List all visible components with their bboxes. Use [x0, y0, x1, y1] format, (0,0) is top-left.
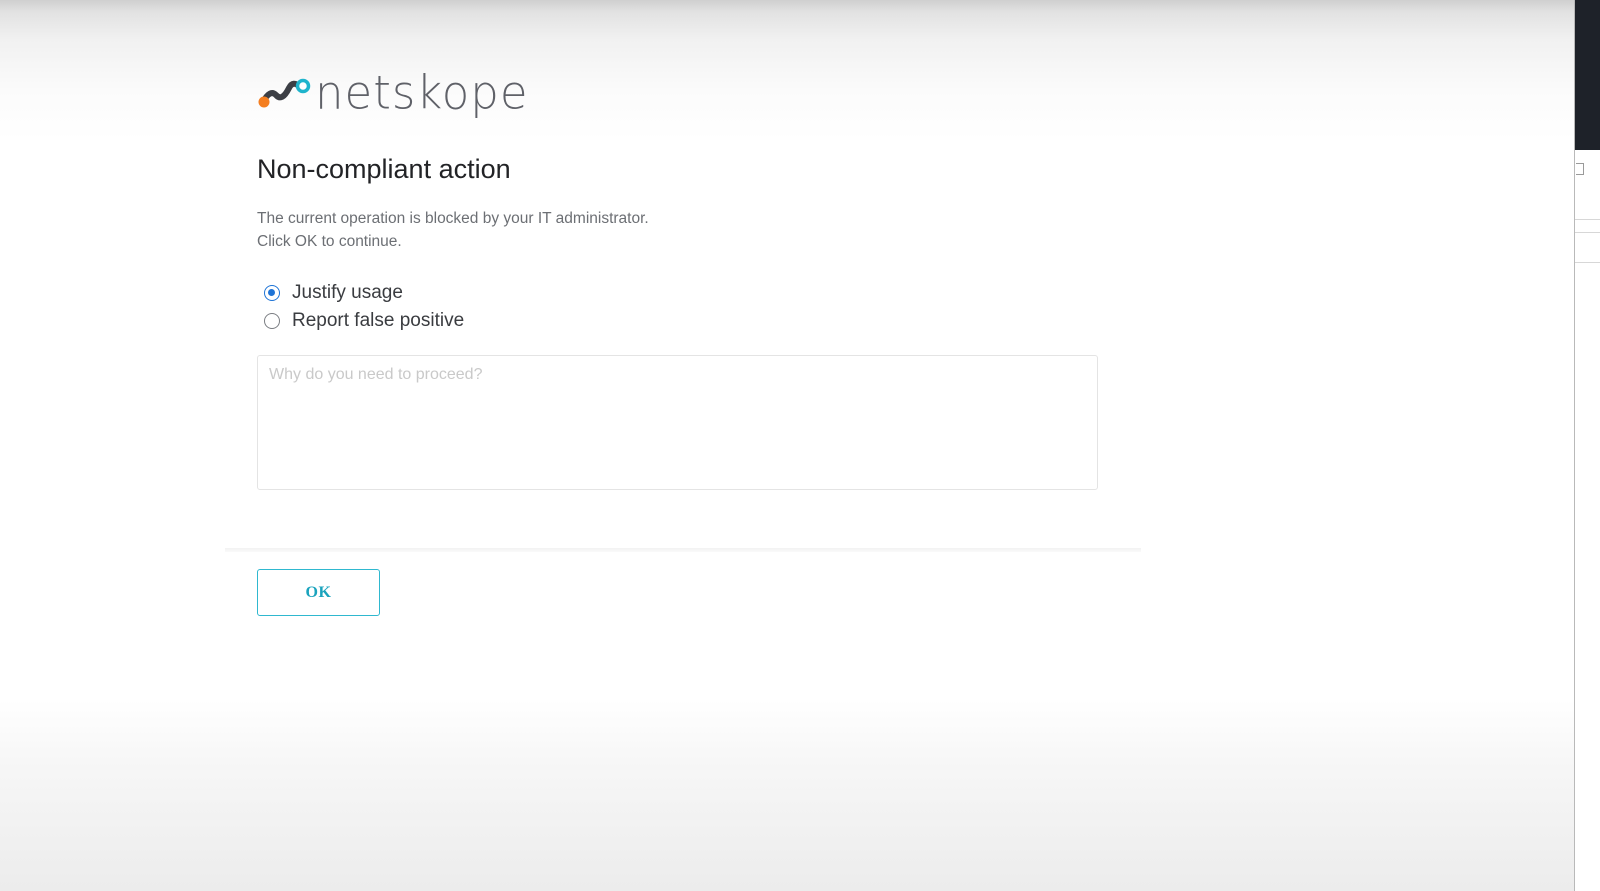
report-false-positive-radio[interactable] — [264, 313, 280, 329]
section-divider — [225, 548, 1141, 552]
netskope-logo: netskope — [257, 66, 1137, 118]
block-message: The current operation is blocked by your… — [257, 207, 1137, 253]
block-message-line: The current operation is blocked by your… — [257, 210, 649, 227]
brand-name: netskope — [315, 64, 529, 120]
justification-textarea[interactable] — [257, 355, 1098, 490]
justify-usage-label: Justify usage — [292, 282, 403, 303]
adjacent-window-divider — [1575, 262, 1600, 263]
adjacent-window-control — [1576, 163, 1584, 175]
adjacent-window-dark-strip — [1575, 0, 1600, 150]
justify-usage-radio[interactable] — [264, 285, 280, 301]
page-title: Non-compliant action — [257, 154, 511, 184]
action-options: Justify usage Report false positive — [257, 279, 1137, 335]
netskope-logo-icon — [258, 78, 311, 108]
continue-instruction: Click OK to continue. — [257, 233, 402, 250]
block-dialog: netskope Non-compliant action The curren… — [257, 66, 1137, 490]
report-false-positive-option[interactable]: Report false positive — [257, 307, 1137, 335]
ok-button[interactable]: OK — [257, 569, 380, 616]
justify-usage-option[interactable]: Justify usage — [257, 279, 1137, 307]
report-false-positive-label: Report false positive — [292, 310, 465, 331]
adjacent-window-divider — [1575, 232, 1600, 233]
adjacent-window-edge — [1574, 0, 1600, 891]
adjacent-window-divider — [1575, 219, 1600, 220]
